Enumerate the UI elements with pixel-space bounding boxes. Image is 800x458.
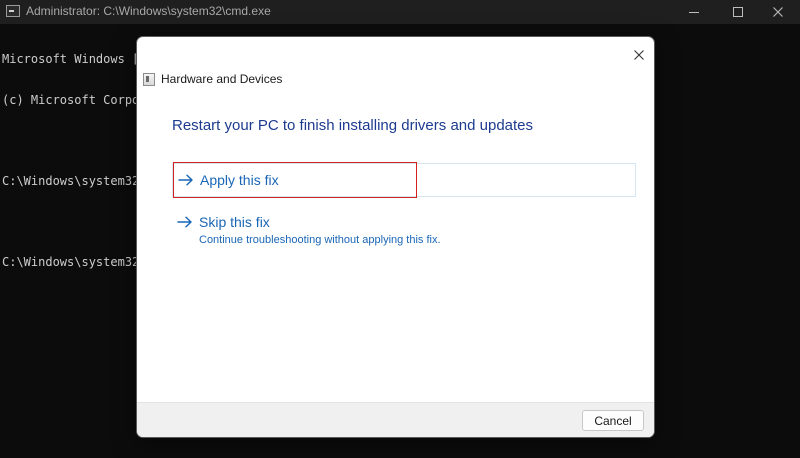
maximize-button[interactable] bbox=[716, 0, 760, 24]
skip-fix-link[interactable]: Skip this fix bbox=[177, 214, 270, 230]
cmd-scrollbar[interactable] bbox=[792, 24, 800, 458]
cancel-button[interactable]: Cancel bbox=[582, 410, 644, 431]
apply-fix-option[interactable]: Apply this fix bbox=[172, 162, 636, 198]
apply-fix-link[interactable]: Apply this fix bbox=[178, 172, 279, 188]
cmd-titlebar[interactable]: Administrator: C:\Windows\system32\cmd.e… bbox=[0, 0, 800, 24]
maximize-icon bbox=[733, 7, 743, 17]
skip-fix-description: Continue troubleshooting without applyin… bbox=[199, 234, 441, 246]
arrow-right-icon bbox=[177, 216, 192, 228]
troubleshooter-dialog: Hardware and Devices Restart your PC to … bbox=[137, 37, 654, 437]
minimize-icon bbox=[689, 11, 699, 13]
apply-fix-label: Apply this fix bbox=[200, 172, 279, 188]
dialog-close-button[interactable] bbox=[627, 43, 651, 67]
cmd-window-title: Administrator: C:\Windows\system32\cmd.e… bbox=[26, 4, 271, 18]
close-icon bbox=[634, 50, 644, 60]
dialog-app-title: Hardware and Devices bbox=[161, 72, 283, 86]
dialog-header: Hardware and Devices bbox=[143, 71, 282, 87]
window-close-button[interactable] bbox=[756, 0, 800, 24]
dialog-footer: Cancel bbox=[137, 402, 654, 437]
troubleshooter-icon bbox=[143, 72, 155, 86]
skip-fix-option[interactable]: Skip this fix Continue troubleshooting w… bbox=[177, 214, 477, 250]
skip-fix-label: Skip this fix bbox=[199, 214, 270, 230]
dialog-heading: Restart your PC to finish installing dri… bbox=[172, 117, 534, 134]
minimize-button[interactable] bbox=[672, 0, 716, 24]
close-icon bbox=[773, 7, 783, 17]
cmd-app-icon bbox=[6, 5, 20, 17]
arrow-right-icon bbox=[178, 174, 193, 186]
